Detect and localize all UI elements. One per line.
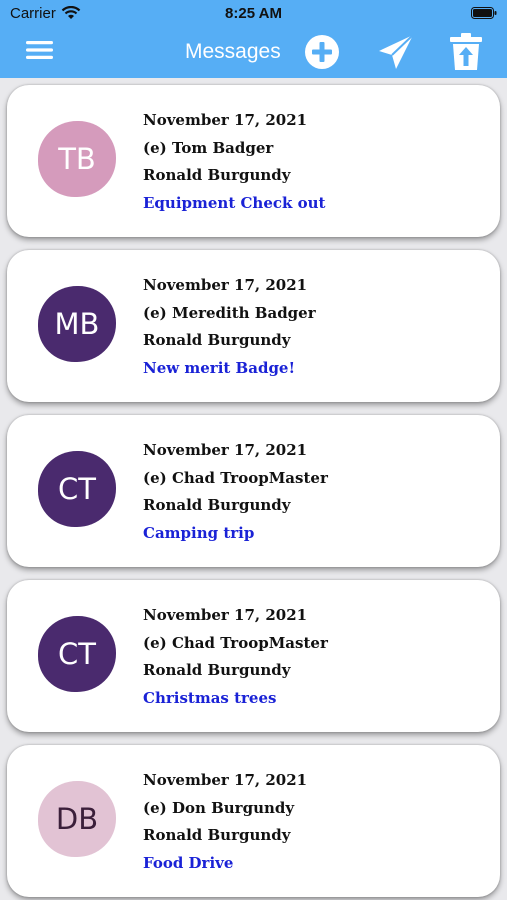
message-subject-link[interactable]: Camping trip (143, 523, 328, 551)
message-card[interactable]: CT November 17, 2021 (e) Chad TroopMaste… (7, 580, 500, 732)
avatar: TB (38, 121, 116, 197)
message-card[interactable]: DB November 17, 2021 (e) Don Burgundy Ro… (7, 745, 500, 897)
message-date: November 17, 2021 (143, 276, 308, 294)
message-date: November 17, 2021 (143, 441, 308, 459)
message-sender: (e) Meredith Badger (143, 303, 316, 322)
status-bar: Carrier 8:25 AM (0, 0, 507, 28)
battery-icon (471, 7, 497, 19)
message-date: November 17, 2021 (143, 771, 308, 789)
message-card[interactable]: TB November 17, 2021 (e) Tom Badger Rona… (7, 85, 500, 237)
message-sender: (e) Tom Badger (143, 138, 274, 157)
avatar: DB (38, 781, 116, 857)
message-subject-link[interactable]: Equipment Check out (143, 193, 325, 221)
avatar: MB (38, 286, 116, 362)
message-recipient: Ronald Burgundy (143, 331, 291, 349)
avatar: CT (38, 451, 116, 527)
message-recipient: Ronald Burgundy (143, 496, 291, 514)
message-card[interactable]: CT November 17, 2021 (e) Chad TroopMaste… (7, 415, 500, 567)
app-header: Carrier 8:25 AM Messages (0, 0, 507, 78)
message-subject-link[interactable]: New merit Badge! (143, 358, 316, 386)
send-icon[interactable] (377, 33, 415, 71)
trash-icon[interactable] (449, 33, 483, 71)
message-recipient: Ronald Burgundy (143, 826, 291, 844)
message-recipient: Ronald Burgundy (143, 166, 291, 184)
add-circle-icon[interactable] (304, 34, 340, 70)
message-subject-link[interactable]: Christmas trees (143, 688, 328, 716)
message-sender: (e) Chad TroopMaster (143, 468, 328, 487)
page-title: Messages (185, 40, 281, 63)
message-sender: (e) Chad TroopMaster (143, 633, 328, 652)
message-sender: (e) Don Burgundy (143, 798, 295, 817)
message-date: November 17, 2021 (143, 111, 308, 129)
message-recipient: Ronald Burgundy (143, 661, 291, 679)
avatar: CT (38, 616, 116, 692)
message-card[interactable]: MB November 17, 2021 (e) Meredith Badger… (7, 250, 500, 402)
status-time: 8:25 AM (225, 5, 282, 22)
message-subject-link[interactable]: Food Drive (143, 853, 307, 881)
message-date: November 17, 2021 (143, 606, 308, 624)
menu-icon[interactable] (26, 39, 53, 61)
